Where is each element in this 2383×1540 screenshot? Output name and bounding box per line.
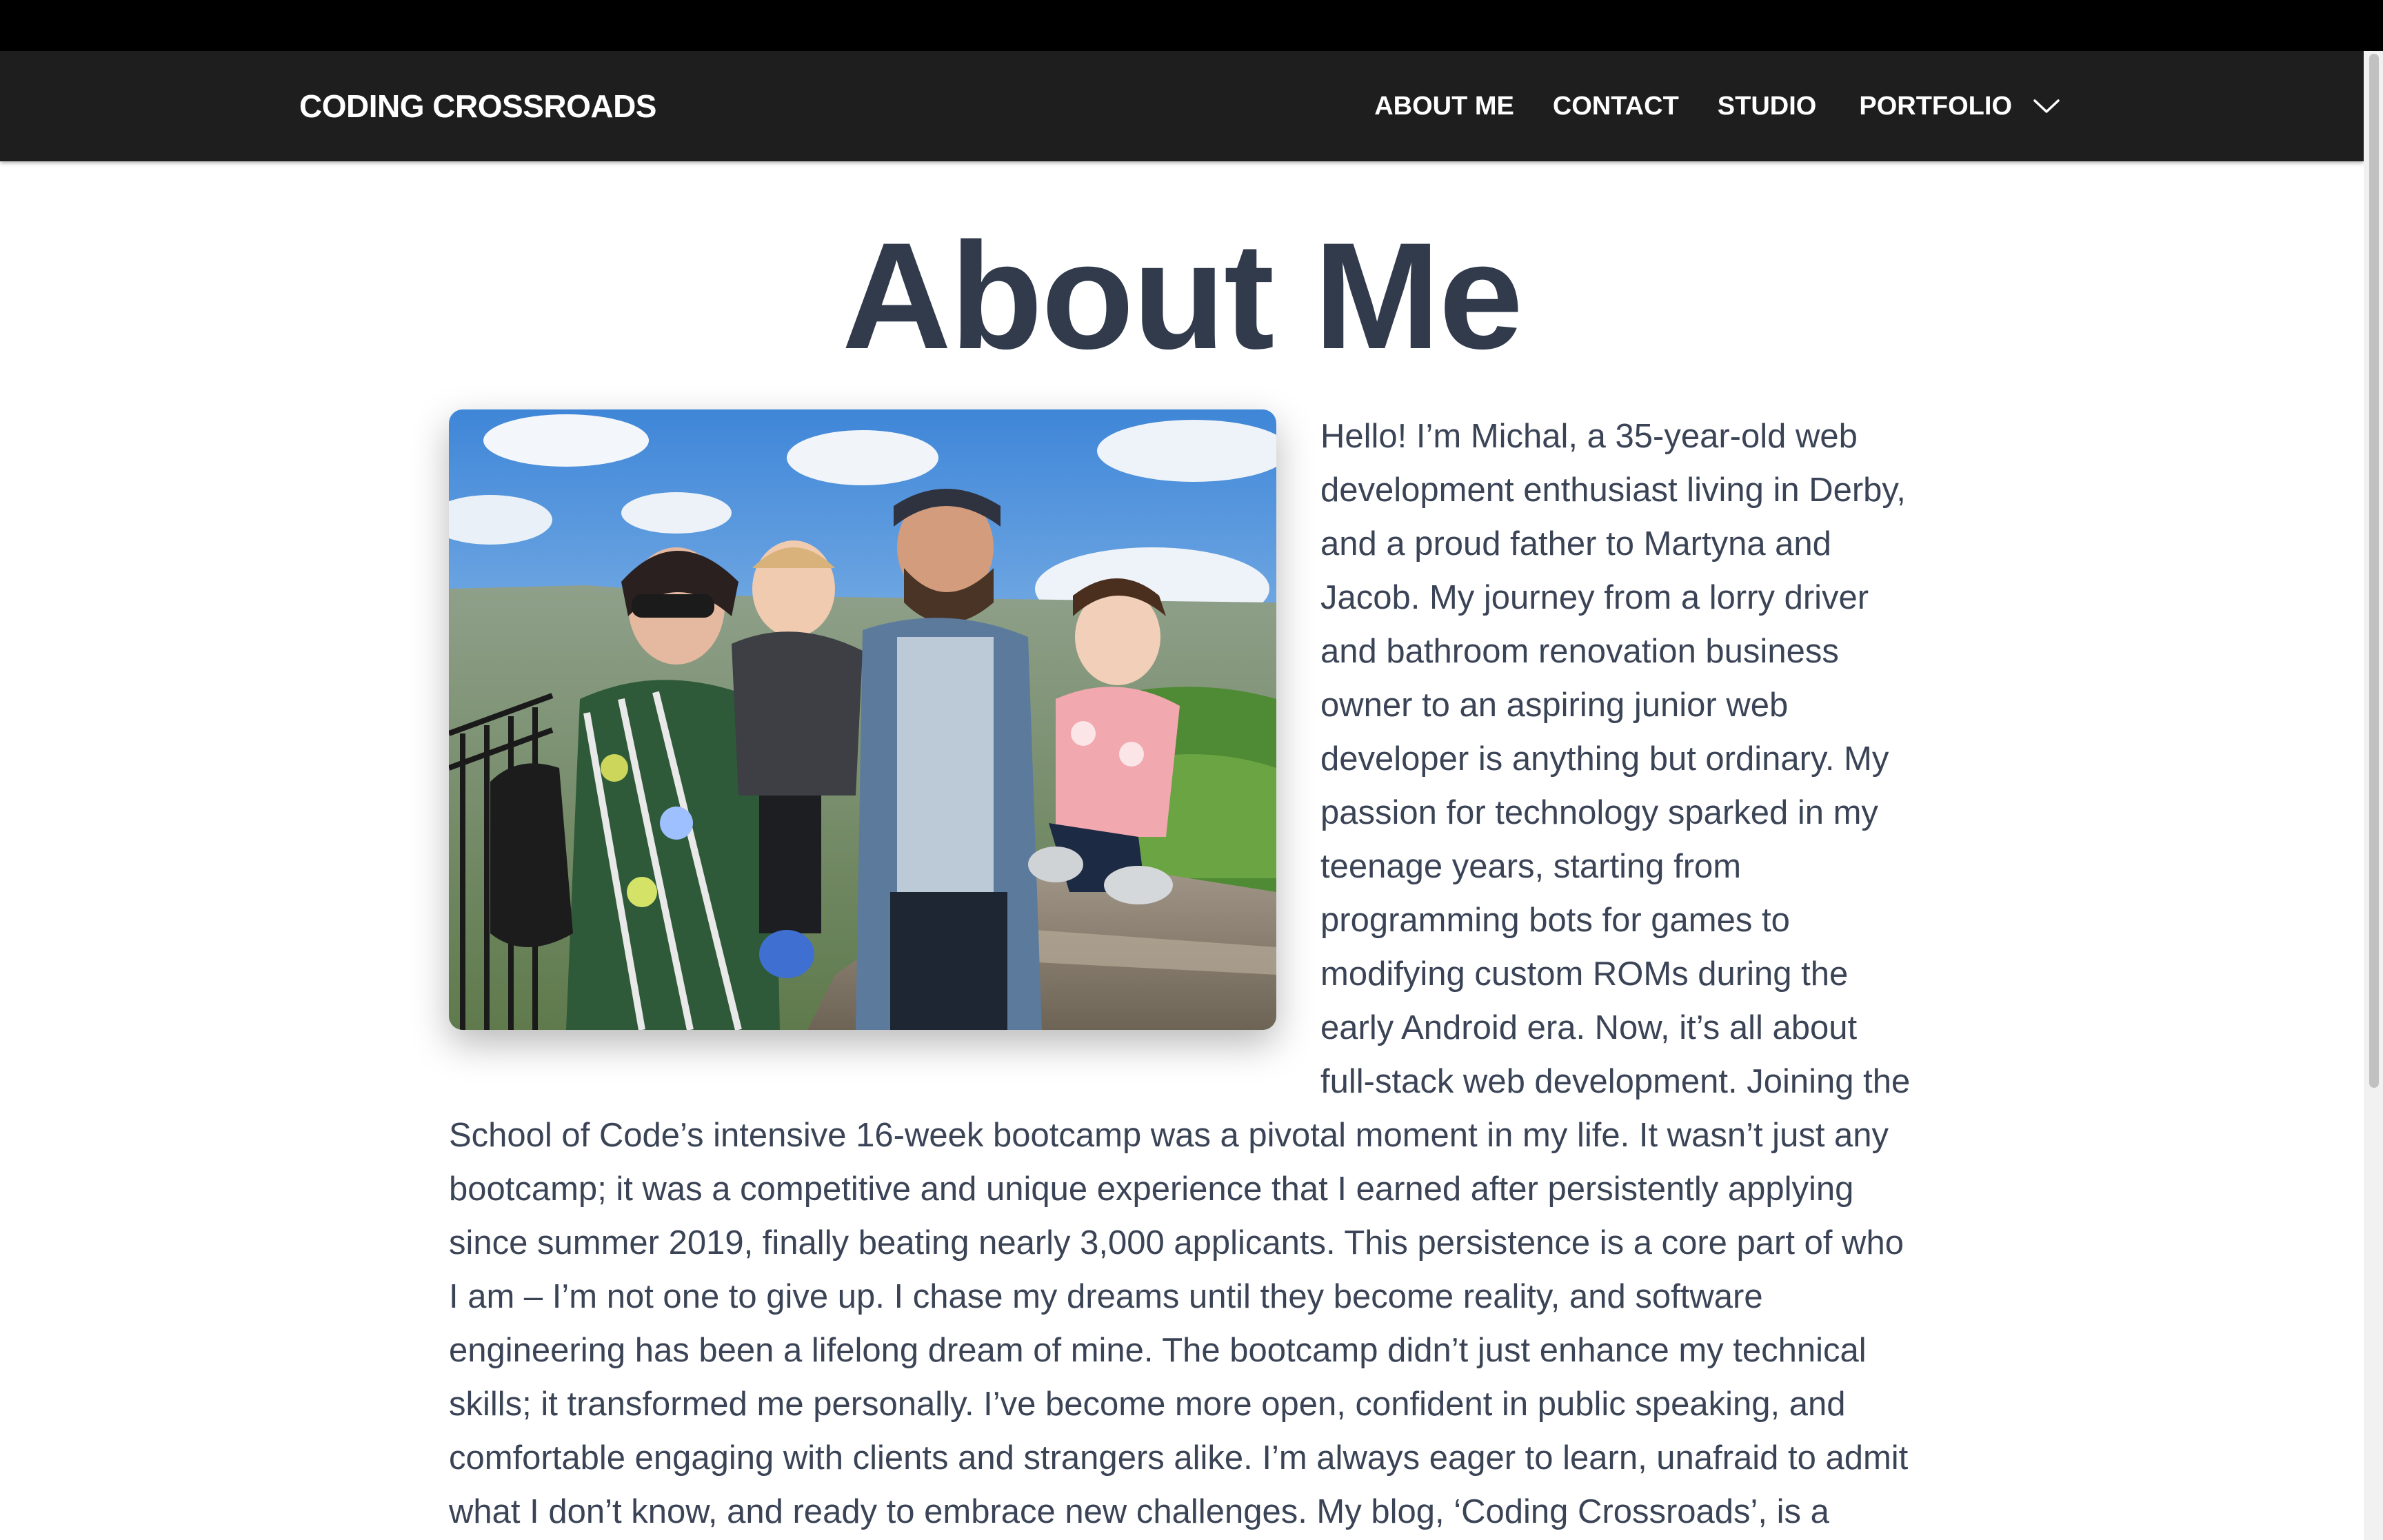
navbar: CODING CROSSROADS ABOUT ME CONTACT STUDI… (0, 51, 2364, 161)
chevron-down-icon[interactable] (2033, 98, 2060, 114)
vertical-scrollbar[interactable] (2364, 51, 2383, 1540)
nav-item-portfolio-dropdown[interactable]: PORTFOLIO (1859, 92, 2060, 121)
nav-item-studio[interactable]: STUDIO (1718, 92, 1817, 121)
nav-item-portfolio[interactable]: PORTFOLIO (1859, 92, 2012, 121)
page: CODING CROSSROADS ABOUT ME CONTACT STUDI… (0, 51, 2364, 1540)
scrollbar-thumb[interactable] (2369, 54, 2379, 1088)
top-black-bar (0, 0, 2383, 51)
nav-item-contact[interactable]: CONTACT (1553, 92, 1679, 121)
nav-item-about-me[interactable]: ABOUT ME (1374, 92, 1514, 121)
about-article: Hello! I’m Michal, a 35-year-old web dev… (449, 409, 1914, 1540)
nav-menu: ABOUT ME CONTACT STUDIO PORTFOLIO (1374, 51, 2060, 161)
browser-viewport: CODING CROSSROADS ABOUT ME CONTACT STUDI… (0, 0, 2383, 1540)
site-brand[interactable]: CODING CROSSROADS (299, 51, 656, 161)
family-photo (449, 409, 1276, 1030)
page-title: About Me (841, 211, 1523, 381)
